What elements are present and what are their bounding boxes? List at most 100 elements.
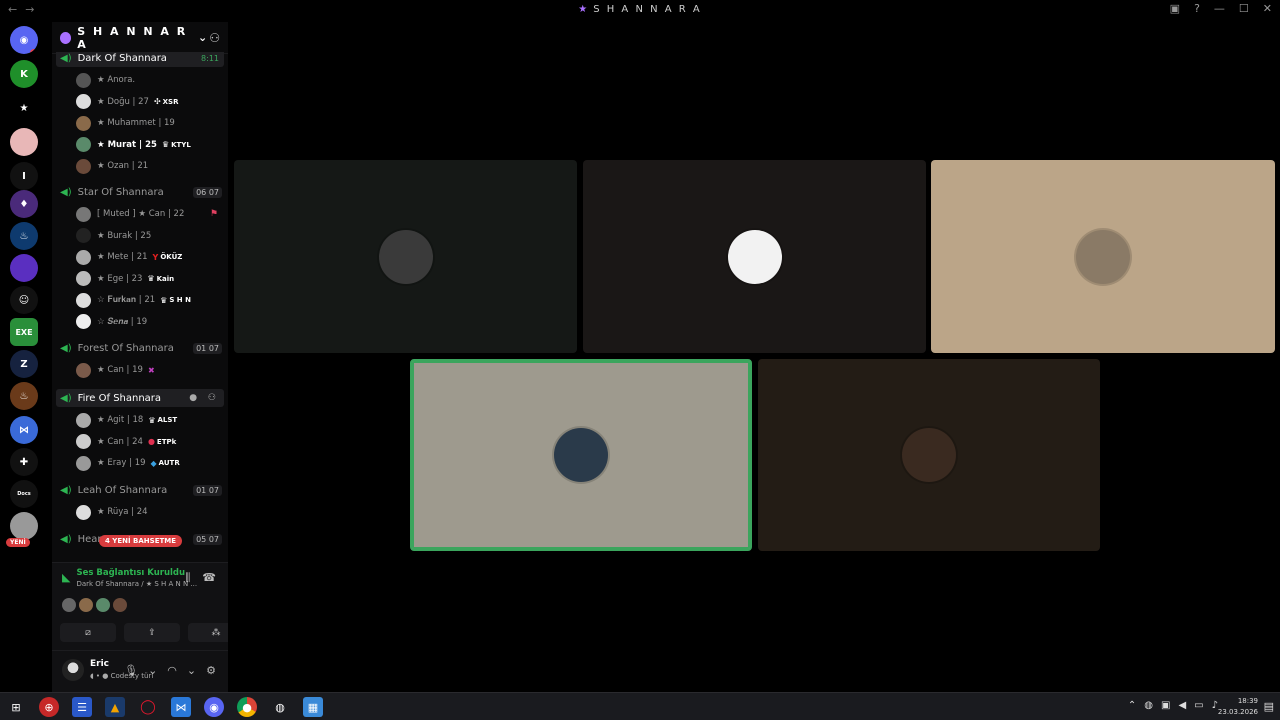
discord-icon[interactable]: ◉ (204, 697, 224, 717)
chrome-icon[interactable]: ● (237, 697, 257, 717)
server-icon-bar[interactable]: I (10, 162, 38, 190)
clan-tag[interactable]: ◆ AUTR (151, 459, 180, 468)
server-icon-star[interactable]: ★ (10, 94, 38, 122)
tray-icon[interactable]: ▣ (1161, 700, 1170, 711)
user-name[interactable]: Eric (90, 659, 109, 669)
server-icon-shield[interactable]: ♦ (10, 190, 38, 218)
voice-channel-star[interactable]: ◀) Star Of Shannara 06 07 (56, 183, 224, 201)
avatar (76, 94, 91, 109)
voice-channel-leah[interactable]: ◀) Leah Of Shannara 01 07 (56, 481, 224, 499)
camera-button[interactable]: ⧄ (60, 623, 116, 642)
voice-user[interactable]: ★ Mete | 21 Y ÖKÜZ (76, 248, 226, 266)
voice-channel-forest[interactable]: ◀) Forest Of Shannara 01 07 (56, 339, 224, 357)
server-icon-exe[interactable]: EXE (10, 318, 38, 346)
participant-tile[interactable] (410, 359, 752, 551)
server-icon-controller[interactable]: ✚ (10, 448, 38, 476)
chevron-down-icon[interactable]: ⌄ (187, 664, 196, 677)
screen-share-button[interactable]: ⇪ (124, 623, 180, 642)
voice-user[interactable]: ★ Ege | 23 ♛ Kain (76, 270, 226, 288)
server-icon-fire[interactable]: ♨ (10, 382, 38, 410)
close-button[interactable]: ✕ (1263, 2, 1272, 15)
voice-user[interactable]: ★ Can | 19 ✖ (76, 361, 226, 379)
chevron-up-icon[interactable]: ⌃ (1128, 700, 1136, 711)
clan-tag[interactable]: ✣ XSR (154, 97, 179, 106)
disconnect-icon[interactable]: ☎ (202, 571, 216, 585)
inbox-icon[interactable]: ▣ (1170, 2, 1180, 15)
tray-icon[interactable]: ◍ (1144, 700, 1153, 711)
avatar (76, 228, 91, 243)
voice-channel-dark[interactable]: ◀) Dark Of Shannara 8:11 (56, 52, 224, 67)
add-member-icon[interactable]: ⚇ (209, 31, 220, 45)
voice-user[interactable]: ★ Murat | 25 ♛ KTYL (76, 136, 226, 154)
voice-user[interactable]: ★ Burak | 25 (76, 227, 226, 245)
notification-icon[interactable]: ▤ (1264, 700, 1274, 713)
participant-tile[interactable] (931, 160, 1275, 353)
participant-tile[interactable] (758, 359, 1100, 551)
opera-icon[interactable]: ◯ (138, 697, 158, 717)
participant-tile[interactable] (234, 160, 577, 353)
app-icon[interactable]: ⊕ (39, 697, 59, 717)
new-mentions-badge[interactable]: 4 YENİ BAHSETME (99, 535, 183, 547)
headphones-icon[interactable]: ◠ (167, 664, 177, 677)
avatar (76, 292, 91, 308)
app-icon[interactable]: ▦ (303, 697, 323, 717)
participant-tile[interactable] (583, 160, 926, 353)
signal-icon[interactable]: ◣ (62, 571, 70, 588)
network-icon[interactable]: ▭ (1194, 700, 1203, 711)
voice-user[interactable]: [ Muted ] ★ Can | 22 ⚑ (76, 205, 226, 223)
chevron-down-icon[interactable]: ⌄ (148, 664, 157, 677)
voice-channel-fire[interactable]: ◀) Fire Of Shannara ● ⚇ (56, 389, 224, 407)
clan-tag[interactable]: ♛ KTYL (162, 140, 191, 149)
clan-tag[interactable]: ♛ Kain (147, 274, 174, 283)
avatar[interactable] (62, 598, 76, 612)
guild-header[interactable]: S H A N N A R A ⌄ ⚇ (52, 22, 228, 54)
server-icon-spiral[interactable]: Z (10, 350, 38, 378)
avatar[interactable] (62, 659, 84, 681)
volume-icon[interactable]: ◀ (1178, 700, 1186, 711)
server-icon-green-k[interactable]: K (10, 60, 38, 88)
voice-user[interactable]: ★ Muhammet | 19 (76, 114, 226, 132)
voice-user[interactable]: ☆ 𝐅𝐮𝐫𝐤𝐚𝐧 | 21 ♛ S H N (76, 291, 226, 309)
server-icon-discord-home[interactable]: ◉ 3 (10, 26, 38, 54)
clan-tag[interactable]: ● ETPk (148, 437, 176, 446)
app-icon[interactable]: ▲ (105, 697, 125, 717)
server-icon-purple[interactable] (10, 254, 38, 282)
avatar[interactable] (113, 598, 127, 612)
voice-user[interactable]: ★ Ozan | 21 (76, 157, 226, 175)
server-icon-dossier[interactable]: Docs (10, 480, 38, 508)
voice-user[interactable]: ☆ 𝑺𝒆𝒏𝒂 | 19 (76, 313, 226, 331)
clock[interactable]: 18:39 23.03.2026 (1218, 696, 1258, 718)
voice-user[interactable]: ★ Rüya | 24 (76, 503, 226, 521)
voice-user[interactable]: ★ Anora. (76, 71, 226, 89)
window-title-text: S H A N N A R A (593, 4, 702, 15)
user-limit: 07 (208, 187, 219, 197)
avatar[interactable] (79, 598, 93, 612)
voice-user[interactable]: ★ Can | 24 ● ETPk (76, 433, 226, 451)
server-icon-drawing[interactable] (10, 128, 38, 156)
app-icon[interactable]: ⋈ (171, 697, 191, 717)
help-icon[interactable]: ? (1194, 2, 1200, 15)
maximize-button[interactable]: ☐ (1239, 2, 1249, 15)
clan-tag[interactable]: Y ÖKÜZ (153, 253, 183, 262)
voice-user[interactable]: ★ Agit | 18 ♛ ALST (76, 411, 226, 429)
noise-suppression-icon[interactable]: ⫼ (185, 571, 190, 585)
clan-tag[interactable]: ♛ S H N (160, 296, 191, 305)
clan-tag[interactable]: ✖ (148, 366, 157, 375)
channel-tools[interactable]: ● ⚇ (189, 393, 220, 403)
new-servers-badge[interactable]: YENİ (6, 538, 30, 547)
avatar[interactable] (96, 598, 110, 612)
microphone-icon[interactable]: 🎙︎ (124, 664, 138, 677)
windows-start-icon[interactable]: ⊞ (6, 697, 26, 717)
server-icon-vs[interactable]: ⋈ (10, 416, 38, 444)
app-icon[interactable]: ☰ (72, 697, 92, 717)
voice-user[interactable]: ★ Eray | 19 ◆ AUTR (76, 454, 226, 472)
gear-icon[interactable]: ⚙ (206, 664, 216, 677)
minimize-button[interactable]: — (1214, 2, 1225, 15)
server-icon-java[interactable]: ♨ (10, 222, 38, 250)
voice-user[interactable]: ★ Doğu | 27 ✣ XSR (76, 93, 226, 111)
voice-status-channel[interactable]: Dark Of Shannara / ★ S H A N N ... (76, 580, 197, 588)
server-icon-panda[interactable]: ☺ (10, 286, 38, 314)
app-icon[interactable]: ◍ (270, 697, 290, 717)
clan-tag[interactable]: ♛ ALST (148, 416, 177, 425)
server-icon-image[interactable] (10, 512, 38, 540)
